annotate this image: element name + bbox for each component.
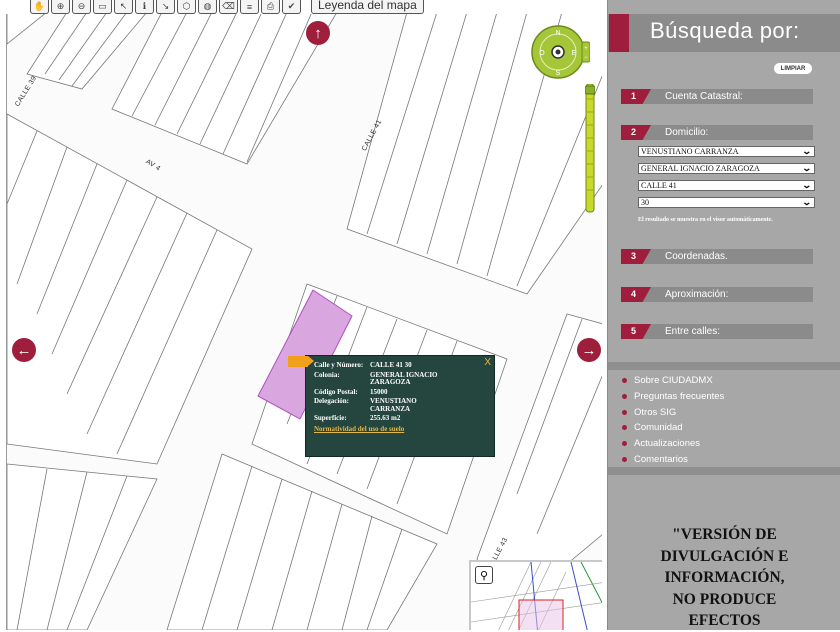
parcel-info-popup: X Calle y Número: CALLE 41 30 Colonia: GEN… <box>288 355 495 457</box>
pan-left-arrow-icon[interactable]: ← <box>12 338 36 362</box>
select-value: GENERAL IGNACIO ZARAGOZA <box>641 164 760 173</box>
pan-up-arrow-icon[interactable]: ↑ <box>306 21 330 45</box>
disclaimer-line: NO PRODUCE <box>672 590 777 608</box>
info-tool-icon[interactable]: ℹ <box>135 0 154 14</box>
identify-tool-icon[interactable]: ↖ <box>114 0 133 14</box>
section-label: Aproximación: <box>665 289 729 300</box>
divider <box>608 362 840 370</box>
compass-n: N <box>555 30 560 37</box>
print-tool-icon[interactable]: ⎙ <box>261 0 280 14</box>
compass-rose-icon[interactable]: N S E O + − <box>530 24 590 84</box>
select-value: VENUSTIANO CARRANZA <box>641 147 739 156</box>
link-comentarios[interactable]: Comentarios <box>622 452 724 468</box>
svg-text:+: + <box>584 46 588 52</box>
disclaimer-line: DIVULGACIÓN E <box>660 547 789 565</box>
popup-value: GENERAL IGNACIO ZARAGOZA <box>370 370 438 386</box>
popup-row-colonia: Colonia: GENERAL IGNACIO ZARAGOZA <box>314 370 456 389</box>
link-sobre-ciudadmx[interactable]: Sobre CIUDADMX <box>622 373 724 389</box>
section-domicilio[interactable]: 2 Domicilio: <box>621 125 813 140</box>
compass-e: E <box>572 50 577 57</box>
popup-row-superficie: Superficie: 255.63 m2 <box>314 414 456 425</box>
section-label: Cuenta Catastral: <box>665 91 743 102</box>
compass-s: S <box>556 70 561 77</box>
popup-key: Delegación: <box>314 397 349 405</box>
zoom-slider[interactable] <box>585 84 595 214</box>
section-number: 5 <box>621 324 651 339</box>
header-accent-bar <box>609 14 629 52</box>
link-actualizaciones[interactable]: Actualizaciones <box>622 436 724 452</box>
measure-tool-icon[interactable]: ↘ <box>156 0 175 14</box>
minimap-zoom-icon[interactable]: ⚲ <box>475 566 493 584</box>
divider <box>608 467 840 475</box>
select-value: CALLE 41 <box>641 181 677 190</box>
full-extent-tool-icon[interactable]: ▭ <box>93 0 112 14</box>
panel-header: Búsqueda por: <box>608 14 840 52</box>
section-aproximacion[interactable]: 4 Aproximación: <box>621 287 813 302</box>
clear-tool-icon[interactable]: ⌫ <box>219 0 238 14</box>
popup-value: 255.63 m2 <box>370 414 401 422</box>
clear-button[interactable]: LIMPIAR <box>774 63 812 74</box>
overview-minimap[interactable]: ⚲ <box>469 560 602 630</box>
delegacion-select[interactable]: VENUSTIANO CARRANZA ⌄ <box>638 146 815 157</box>
link-comunidad[interactable]: Comunidad <box>622 420 724 436</box>
disclaimer-line: "VERSIÓN DE <box>672 526 777 543</box>
popup-value: VENUSTIANO CARRANZA <box>370 397 417 413</box>
section-label: Coordenadas. <box>665 251 728 262</box>
help-tool-icon[interactable]: ✔ <box>282 0 301 14</box>
calle-select[interactable]: CALLE 41 ⌄ <box>638 180 815 191</box>
pan-right-arrow-icon[interactable]: → <box>577 338 601 362</box>
section-number: 1 <box>621 89 651 104</box>
zoom-in-tool-icon[interactable]: ⊕ <box>51 0 70 14</box>
land-use-regulation-link[interactable]: Normatividad del uso de suelo <box>314 425 404 433</box>
link-otros-sig[interactable]: Otros SIG <box>622 405 724 421</box>
polygon-tool-icon[interactable]: ⬡ <box>177 0 196 14</box>
svg-text:−: − <box>584 55 588 61</box>
section-entre-calles[interactable]: 5 Entre calles: <box>621 324 813 339</box>
popup-close-button[interactable]: X <box>484 357 491 368</box>
auto-result-note: El resultado se muestra en el visor auto… <box>638 217 773 223</box>
disclaimer-line: INFORMACIÓN, <box>664 569 785 586</box>
section-number: 4 <box>621 287 651 302</box>
panel-title: Búsqueda por: <box>650 18 800 43</box>
chevron-down-icon: ⌄ <box>801 146 813 156</box>
section-label: Domicilio: <box>665 127 709 138</box>
popup-table: Calle y Número: CALLE 41 30 Colonia: GENER… <box>314 361 456 425</box>
chevron-down-icon: ⌄ <box>801 180 813 190</box>
disclaimer-text: "VERSIÓN DE DIVULGACIÓN E INFORMACIÓN, N… <box>608 524 840 632</box>
section-number: 3 <box>621 249 651 264</box>
pan-tool-icon[interactable]: ✋ <box>30 0 49 14</box>
popup-key: Colonia: <box>314 370 340 379</box>
popup-key: Superficie: <box>314 414 347 422</box>
select-tool-icon[interactable]: ◍ <box>198 0 217 14</box>
search-panel: Búsqueda por: LIMPIAR 1 Cuenta Catastral… <box>607 0 840 630</box>
chevron-down-icon: ⌄ <box>801 197 813 207</box>
zoom-out-tool-icon[interactable]: ⊖ <box>72 0 91 14</box>
section-number: 2 <box>621 125 651 140</box>
disclaimer-line: EFECTOS <box>688 612 761 629</box>
select-value: 30 <box>641 198 649 207</box>
map-base <box>7 14 602 630</box>
map-viewport[interactable]: CALLE 39 AV 4 CALLE 41 CALLE 43 ↑ ← → N … <box>6 14 602 630</box>
map-toolbar: ✋ ⊕ ⊖ ▭ ↖ ℹ ↘ ⬡ ◍ ⌫ ≡ ⎙ ✔ Leyenda del ma… <box>0 0 600 14</box>
section-cuenta-catastral[interactable]: 1 Cuenta Catastral: <box>621 89 813 104</box>
compass-o: O <box>539 50 545 57</box>
link-preguntas-frecuentes[interactable]: Preguntas frecuentes <box>622 389 724 405</box>
popup-pointer-marker <box>288 356 314 367</box>
layers-tool-icon[interactable]: ≡ <box>240 0 259 14</box>
map-legend-button[interactable]: Leyenda del mapa <box>311 0 424 14</box>
chevron-down-icon: ⌄ <box>801 163 813 173</box>
popup-row-delegacion: Delegación: VENUSTIANO CARRANZA <box>314 397 456 415</box>
colonia-select[interactable]: GENERAL IGNACIO ZARAGOZA ⌄ <box>638 163 815 174</box>
section-label: Entre calles: <box>665 326 721 337</box>
numero-select[interactable]: 30 ⌄ <box>638 197 815 208</box>
section-coordenadas[interactable]: 3 Coordenadas. <box>621 249 813 264</box>
info-links-list: Sobre CIUDADMX Preguntas frecuentes Otro… <box>622 373 724 468</box>
